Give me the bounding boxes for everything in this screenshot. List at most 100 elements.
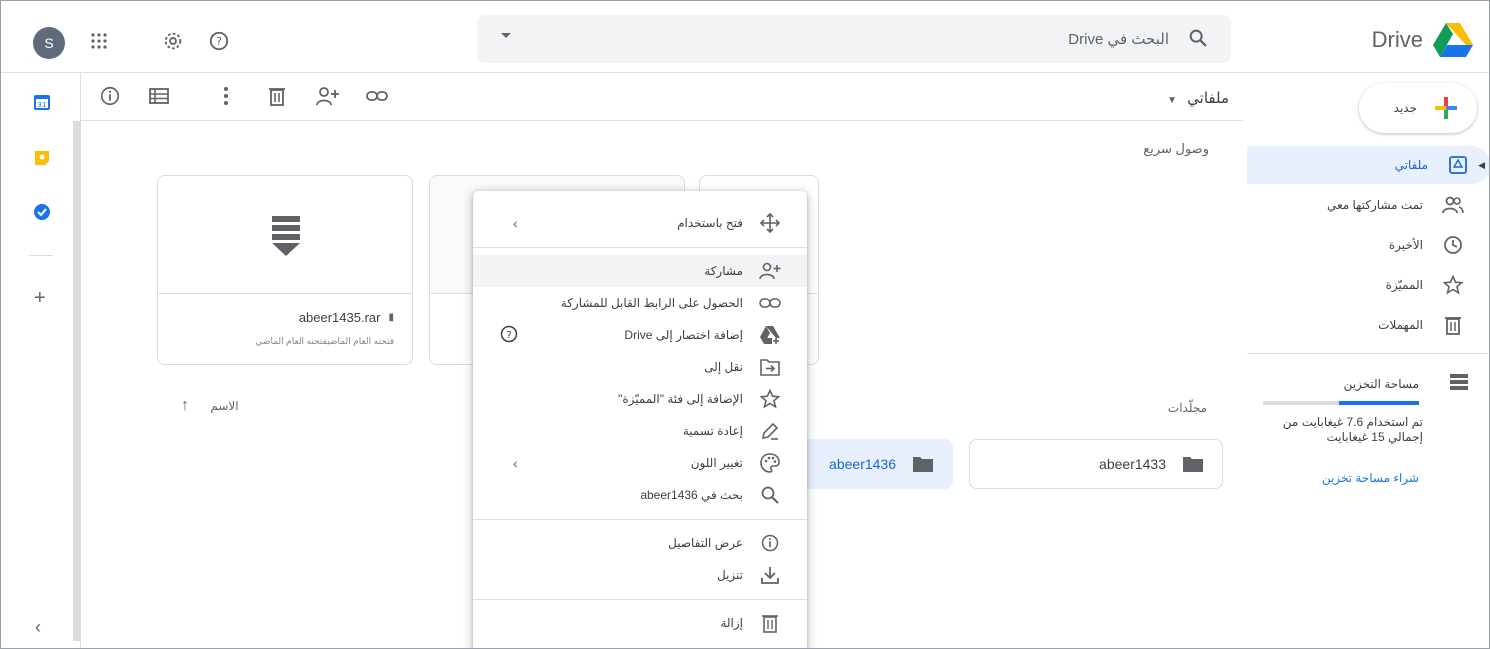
help-icon[interactable]: ? — [207, 29, 231, 53]
menu-separator — [473, 247, 807, 248]
submenu-arrow-icon: ‹ — [513, 215, 518, 231]
sidebar-item-label: المميّزة — [1385, 278, 1423, 292]
quick-access-label: وصول سريع — [1143, 141, 1209, 156]
sidebar-item-label: الأخيرة — [1388, 238, 1423, 252]
avatar[interactable]: S — [33, 27, 65, 59]
sidebar-item-starred[interactable]: المميّزة — [1247, 266, 1489, 304]
menu-item-add-shortcut[interactable]: ? إضافة اختصار إلى Drive — [473, 319, 807, 351]
menu-item-change-color[interactable]: ‹ تغيير اللون — [473, 447, 807, 479]
menu-item-get-link[interactable]: الحصول على الرابط القابل للمشاركة — [473, 287, 807, 319]
keep-icon[interactable] — [33, 149, 51, 167]
help-icon[interactable]: ? — [499, 324, 519, 344]
sidebar-item-label: تمت مشاركتها معي — [1326, 198, 1423, 212]
menu-item-add-starred[interactable]: الإضافة إلى فئة "المميّزة" — [473, 383, 807, 415]
star-icon — [1441, 273, 1465, 297]
gear-icon[interactable] — [161, 29, 185, 53]
trash-icon — [1441, 313, 1465, 337]
breadcrumb-my-drive[interactable]: ملفاتي — [1187, 90, 1229, 107]
menu-item-download[interactable]: تنزيل — [473, 559, 807, 591]
menu-item-view-details[interactable]: عرض التفاصيل — [473, 527, 807, 559]
new-button-label: جديد — [1393, 101, 1417, 115]
brand-name: Drive — [1371, 27, 1423, 52]
menu-item-share[interactable]: مشاركة — [473, 255, 807, 287]
folder-name: abeer1436 — [829, 456, 896, 472]
drive-window: S ? البحث في Drive Drive 31 + ‹ ملفاتي ▼… — [0, 0, 1490, 649]
sidebar-divider — [1247, 353, 1489, 354]
link-icon[interactable] — [365, 86, 389, 106]
card-subtitle: فتحته العام الماضيفتحته العام الماضي — [255, 336, 394, 346]
search-box[interactable]: البحث في Drive — [477, 15, 1231, 63]
sidebar-item-recent[interactable]: الأخيرة — [1247, 226, 1489, 264]
info-icon — [759, 532, 781, 554]
storage-icon — [1449, 373, 1469, 391]
plus-color-icon — [1433, 95, 1459, 121]
sidebar-item-my-drive[interactable]: ملفاتي ◀ — [1247, 146, 1489, 184]
menu-item-label: فتح باستخدام — [677, 216, 743, 230]
svg-text:?: ? — [506, 330, 511, 341]
search-icon — [759, 484, 781, 506]
menu-item-label: تغيير اللون — [690, 456, 743, 470]
my-drive-icon — [1446, 153, 1470, 177]
move-folder-icon — [759, 356, 781, 378]
menu-item-label: تنزيل — [716, 568, 743, 582]
menu-item-rename[interactable]: إعادة تسمية — [473, 415, 807, 447]
calendar-icon[interactable]: 31 — [33, 93, 51, 111]
menu-item-search-in[interactable]: بحث في abeer1436 — [473, 479, 807, 511]
menu-item-label: إضافة اختصار إلى Drive — [624, 328, 743, 342]
menu-item-label: الحصول على الرابط القابل للمشاركة — [560, 296, 743, 310]
drive-brand[interactable]: Drive — [1372, 23, 1473, 57]
sort-by-name[interactable]: ↑ الاسم — [181, 397, 239, 415]
svg-text:?: ? — [216, 35, 222, 48]
storage-title[interactable]: مساحة التخزين — [1344, 377, 1419, 391]
folder-item[interactable]: abeer1433 — [969, 439, 1223, 489]
vertical-scrollbar[interactable] — [73, 121, 81, 641]
sidebar-item-label: المهملات — [1378, 318, 1423, 332]
menu-item-move-to[interactable]: نقل إلى — [473, 351, 807, 383]
add-person-icon[interactable] — [315, 85, 341, 107]
add-addon-icon[interactable]: + — [34, 287, 46, 310]
folder-icon — [1182, 455, 1204, 473]
chevron-left-icon[interactable]: ‹ — [35, 617, 41, 638]
tasks-icon[interactable] — [33, 203, 51, 221]
strip-divider — [29, 255, 53, 256]
folder-name: abeer1433 — [1099, 456, 1166, 472]
menu-item-label: الإضافة إلى فئة "المميّزة" — [618, 392, 743, 406]
search-icon[interactable] — [1187, 27, 1209, 49]
arrow-up-icon[interactable]: ↑ — [181, 397, 189, 414]
sort-label: الاسم — [210, 399, 239, 413]
folders-label: مجلّدات — [1167, 401, 1207, 415]
submenu-arrow-icon: ‹ — [513, 455, 518, 471]
new-button[interactable]: جديد — [1359, 83, 1477, 133]
search-options-caret-icon[interactable] — [501, 33, 511, 38]
zip-icon: ▮ — [388, 312, 394, 323]
folder-item-selected[interactable]: abeer1436 — [791, 439, 953, 489]
sidebar-item-shared[interactable]: تمت مشاركتها معي — [1247, 186, 1489, 224]
toolbar: ملفاتي ▼ — [81, 73, 1243, 121]
info-icon[interactable] — [99, 85, 121, 107]
svg-text:31: 31 — [38, 101, 47, 109]
side-panel-strip: 31 + ‹ — [1, 73, 81, 648]
sidebar-item-label: ملفاتي — [1394, 158, 1429, 172]
menu-item-remove[interactable]: إزالة — [473, 607, 807, 639]
menu-item-label: عرض التفاصيل — [668, 536, 743, 550]
menu-item-label: مشاركة — [704, 264, 743, 278]
storage-usage-bar — [1263, 401, 1419, 405]
breadcrumb-caret-icon[interactable]: ▼ — [1167, 95, 1177, 106]
move-arrows-icon — [759, 212, 781, 234]
download-icon — [759, 564, 781, 586]
buy-storage-link[interactable]: شراء مساحة تخزين — [1322, 471, 1419, 485]
top-bar: S ? البحث في Drive Drive — [1, 1, 1489, 73]
menu-item-open-with[interactable]: ‹ فتح باستخدام — [473, 207, 807, 239]
menu-item-label: بحث في abeer1436 — [640, 488, 743, 502]
quick-access-card-rar[interactable]: ▮ abeer1435.rar فتحته العام الماضيفتحته … — [157, 175, 413, 365]
list-view-icon[interactable] — [149, 87, 169, 105]
apps-grid-icon[interactable] — [87, 29, 111, 53]
breadcrumb[interactable]: ملفاتي ▼ — [1167, 89, 1229, 107]
more-vert-icon[interactable] — [221, 85, 231, 107]
trash-icon[interactable] — [267, 85, 287, 107]
menu-item-label: إعادة تسمية — [682, 424, 743, 438]
palette-icon — [759, 452, 781, 474]
expand-arrow-icon[interactable]: ◀ — [1478, 160, 1485, 171]
sidebar-item-trash[interactable]: المهملات — [1247, 306, 1489, 344]
storage-usage-fill — [1339, 401, 1419, 405]
